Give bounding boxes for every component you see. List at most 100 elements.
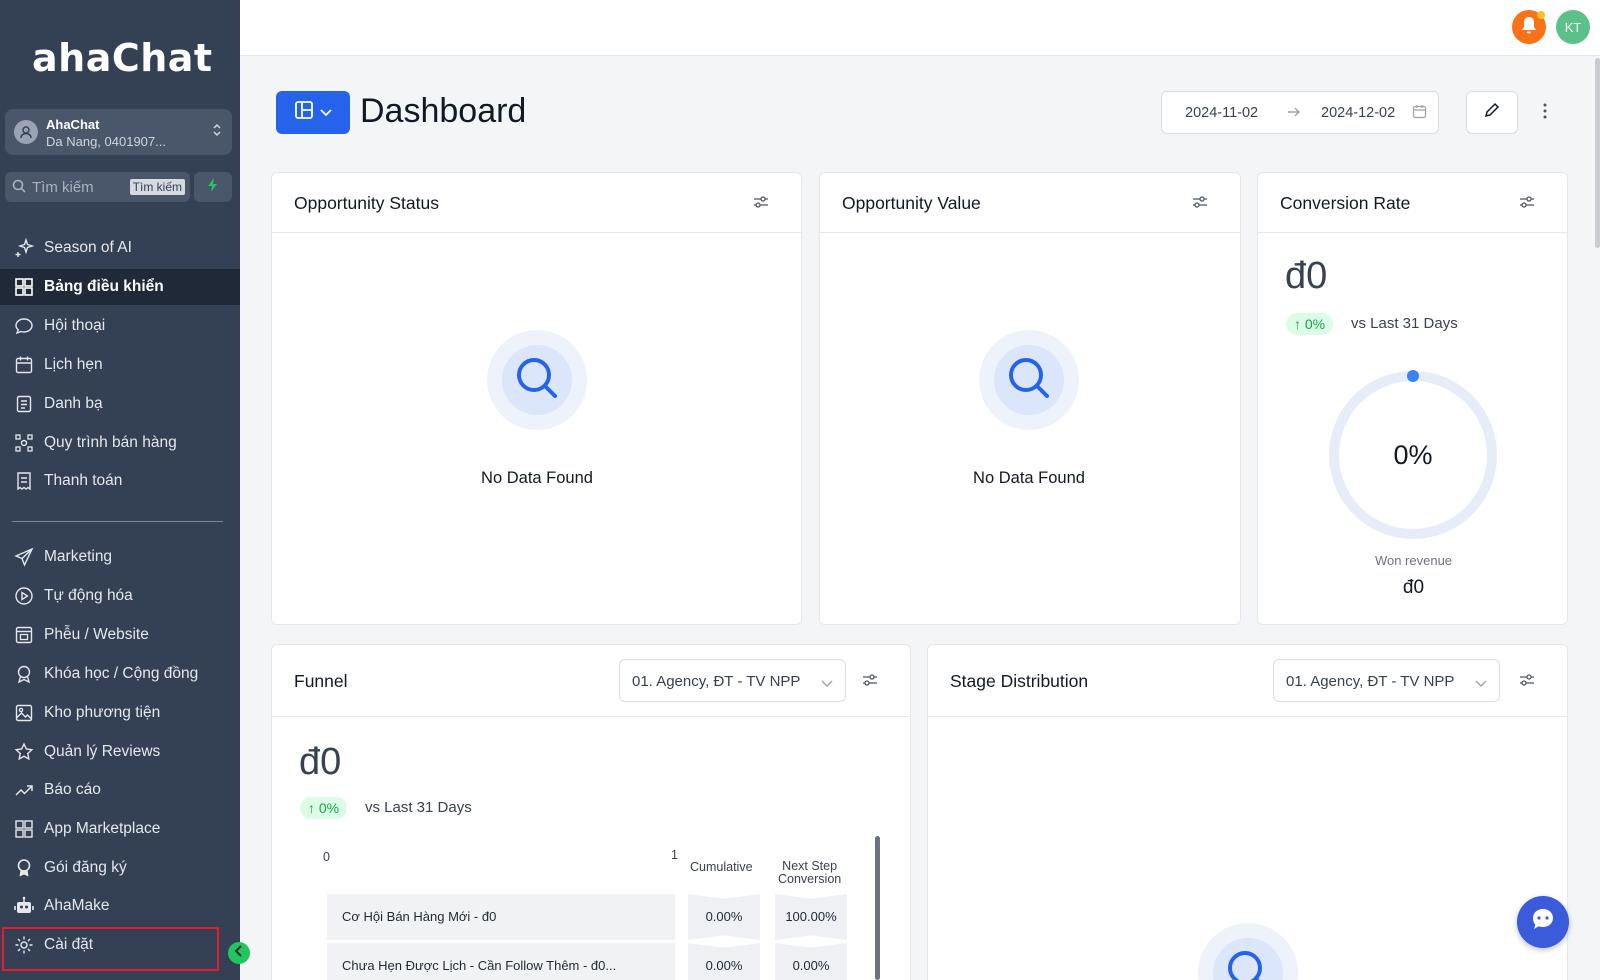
empty-state-icon xyxy=(979,330,1079,430)
sidebar-item-label: Lịch hẹn xyxy=(44,356,103,373)
funnel-stage-row: Cơ Hội Bán Hàng Mới - đ0 xyxy=(327,894,675,940)
sidebar-item-trend[interactable]: Báo cáo xyxy=(0,772,240,808)
chevron-down-icon xyxy=(320,104,332,122)
sidebar-item-label: Thanh toán xyxy=(44,472,123,489)
account-subtitle: Da Nang, 0401907... xyxy=(46,134,166,149)
sidebar-item-badge[interactable]: Gói đăng ký xyxy=(0,850,240,886)
filter-settings-icon[interactable] xyxy=(862,673,878,692)
stage-pipeline-select[interactable]: 01. Agency, ĐT - TV NPP xyxy=(1273,659,1500,702)
settings-highlight-box xyxy=(2,927,219,971)
card-header: Opportunity Value xyxy=(820,173,1240,233)
sidebar-item-dashboard-grid[interactable]: Bảng điều khiển xyxy=(0,269,240,305)
sidebar-item-robot[interactable]: AhaMake xyxy=(0,888,240,924)
robot-icon xyxy=(14,896,34,916)
funnel-stage-label: Chưa Hẹn Được Lịch - Cần Follow Thêm - đ… xyxy=(342,958,617,973)
collapse-sidebar-button[interactable] xyxy=(228,942,250,964)
sidebar-item-label: Marketing xyxy=(44,548,113,565)
funnel-stage-row: Chưa Hẹn Được Lịch - Cần Follow Thêm - đ… xyxy=(327,943,675,980)
empty-state-text: No Data Found xyxy=(973,469,1085,487)
sidebar-item-calendar[interactable]: Lịch hẹn xyxy=(0,347,240,383)
user-avatar[interactable]: KT xyxy=(1556,10,1590,44)
top-bar xyxy=(240,0,1600,56)
badge-icon xyxy=(14,858,34,878)
sidebar-item-invoice[interactable]: Thanh toán xyxy=(0,463,240,499)
support-chat-button[interactable] xyxy=(1517,896,1569,948)
calendar-icon xyxy=(1412,104,1427,123)
star-icon xyxy=(14,742,34,762)
sidebar: ahaChat AhaChat Da Nang, 0401907... Tìm … xyxy=(0,0,240,980)
sidebar-item-label: App Marketplace xyxy=(44,820,161,837)
date-range-picker[interactable]: 2024-11-02 2024-12-02 xyxy=(1161,91,1439,134)
sidebar-item-website[interactable]: Phễu / Website xyxy=(0,617,240,653)
funnel-next-step-cell: 100.00% xyxy=(775,894,847,940)
sidebar-item-chat-bubble[interactable]: Hội thoại xyxy=(0,308,240,344)
filter-settings-icon[interactable] xyxy=(1192,195,1208,214)
sidebar-item-sparkle[interactable]: Season of AI xyxy=(0,230,240,266)
notification-dot xyxy=(1537,11,1545,19)
sidebar-item-apps-grid[interactable]: App Marketplace xyxy=(0,811,240,847)
chevron-updown-icon xyxy=(212,121,222,144)
card-title: Conversion Rate xyxy=(1280,193,1411,213)
card-title: Opportunity Status xyxy=(294,193,439,213)
comparison-text: vs Last 31 Days xyxy=(1351,315,1458,332)
brand-logo[interactable]: ahaChat xyxy=(32,36,213,80)
page-title: Dashboard xyxy=(360,92,527,130)
quick-action-button[interactable] xyxy=(194,172,232,202)
sidebar-item-image[interactable]: Kho phương tiện xyxy=(0,695,240,731)
date-end: 2024-12-02 xyxy=(1321,105,1396,121)
funnel-scrollbar[interactable] xyxy=(875,836,880,980)
comparison-text: vs Last 31 Days xyxy=(365,799,472,816)
sidebar-item-label: Khóa học / Cộng đồng xyxy=(44,665,199,682)
funnel-value: đ0 xyxy=(299,741,342,783)
account-name: AhaChat xyxy=(46,117,100,132)
notification-button[interactable] xyxy=(1512,10,1546,44)
dashboard-switcher-button[interactable] xyxy=(276,91,350,134)
filter-settings-icon[interactable] xyxy=(1519,195,1535,214)
sidebar-item-pipeline[interactable]: Quy trình bán hàng xyxy=(0,425,240,461)
sparkle-icon xyxy=(14,238,34,258)
edit-dashboard-button[interactable] xyxy=(1466,91,1518,134)
stage-distribution-card: Stage Distribution 01. Agency, ĐT - TV N… xyxy=(927,644,1568,980)
send-icon xyxy=(14,547,34,567)
calendar-icon xyxy=(14,355,34,375)
card-header: Conversion Rate xyxy=(1258,173,1567,233)
lightning-icon xyxy=(206,177,220,198)
more-vertical-icon xyxy=(1543,103,1547,124)
sidebar-item-contacts[interactable]: Danh bạ xyxy=(0,386,240,422)
more-options-button[interactable] xyxy=(1536,100,1554,126)
sidebar-search[interactable]: Tìm kiếm Tìm kiếm xyxy=(5,172,190,202)
funnel-pipeline-select[interactable]: 01. Agency, ĐT - TV NPP xyxy=(619,659,846,702)
sidebar-item-label: Danh bạ xyxy=(44,395,103,412)
sidebar-item-course[interactable]: Khóa học / Cộng đồng xyxy=(0,656,240,692)
conversion-value: đ0 xyxy=(1285,255,1328,297)
sidebar-item-label: Kho phương tiện xyxy=(44,704,161,721)
filter-settings-icon[interactable] xyxy=(1519,673,1535,692)
funnel-axis-max: 1 xyxy=(671,848,678,862)
won-revenue-label: Won revenue xyxy=(1374,553,1453,568)
col-header-next-line1: Next Step xyxy=(782,859,838,873)
account-switcher[interactable]: AhaChat Da Nang, 0401907... xyxy=(5,109,232,155)
change-badge: ↑ 0% xyxy=(1286,313,1334,335)
sidebar-item-star[interactable]: Quản lý Reviews xyxy=(0,734,240,770)
col-header-next-step: Next Step Conversion xyxy=(778,860,841,886)
col-header-cumulative: Cumulative xyxy=(690,860,753,874)
opportunity-status-card: Opportunity Status No Data Found xyxy=(271,172,802,625)
magnifier-icon xyxy=(1005,354,1053,407)
filter-settings-icon[interactable] xyxy=(753,195,769,214)
sidebar-item-label: Báo cáo xyxy=(44,781,101,798)
course-icon xyxy=(14,664,34,684)
page-scrollbar[interactable] xyxy=(1595,58,1600,248)
sidebar-item-automation[interactable]: Tự động hóa xyxy=(0,578,240,614)
dashboard-grid-icon xyxy=(14,277,34,297)
card-title: Funnel xyxy=(294,671,348,691)
sidebar-item-label: AhaMake xyxy=(44,897,110,914)
card-title: Stage Distribution xyxy=(950,671,1089,691)
sidebar-item-send[interactable]: Marketing xyxy=(0,539,240,575)
funnel-next-step-cell: 0.00% xyxy=(775,943,847,980)
magnifier-icon xyxy=(513,354,561,407)
automation-icon xyxy=(14,586,34,606)
sidebar-item-label: Hội thoại xyxy=(44,317,106,334)
card-header: Opportunity Status xyxy=(272,173,801,233)
select-value: 01. Agency, ĐT - TV NPP xyxy=(1286,673,1455,690)
chat-bot-icon xyxy=(1528,905,1558,940)
